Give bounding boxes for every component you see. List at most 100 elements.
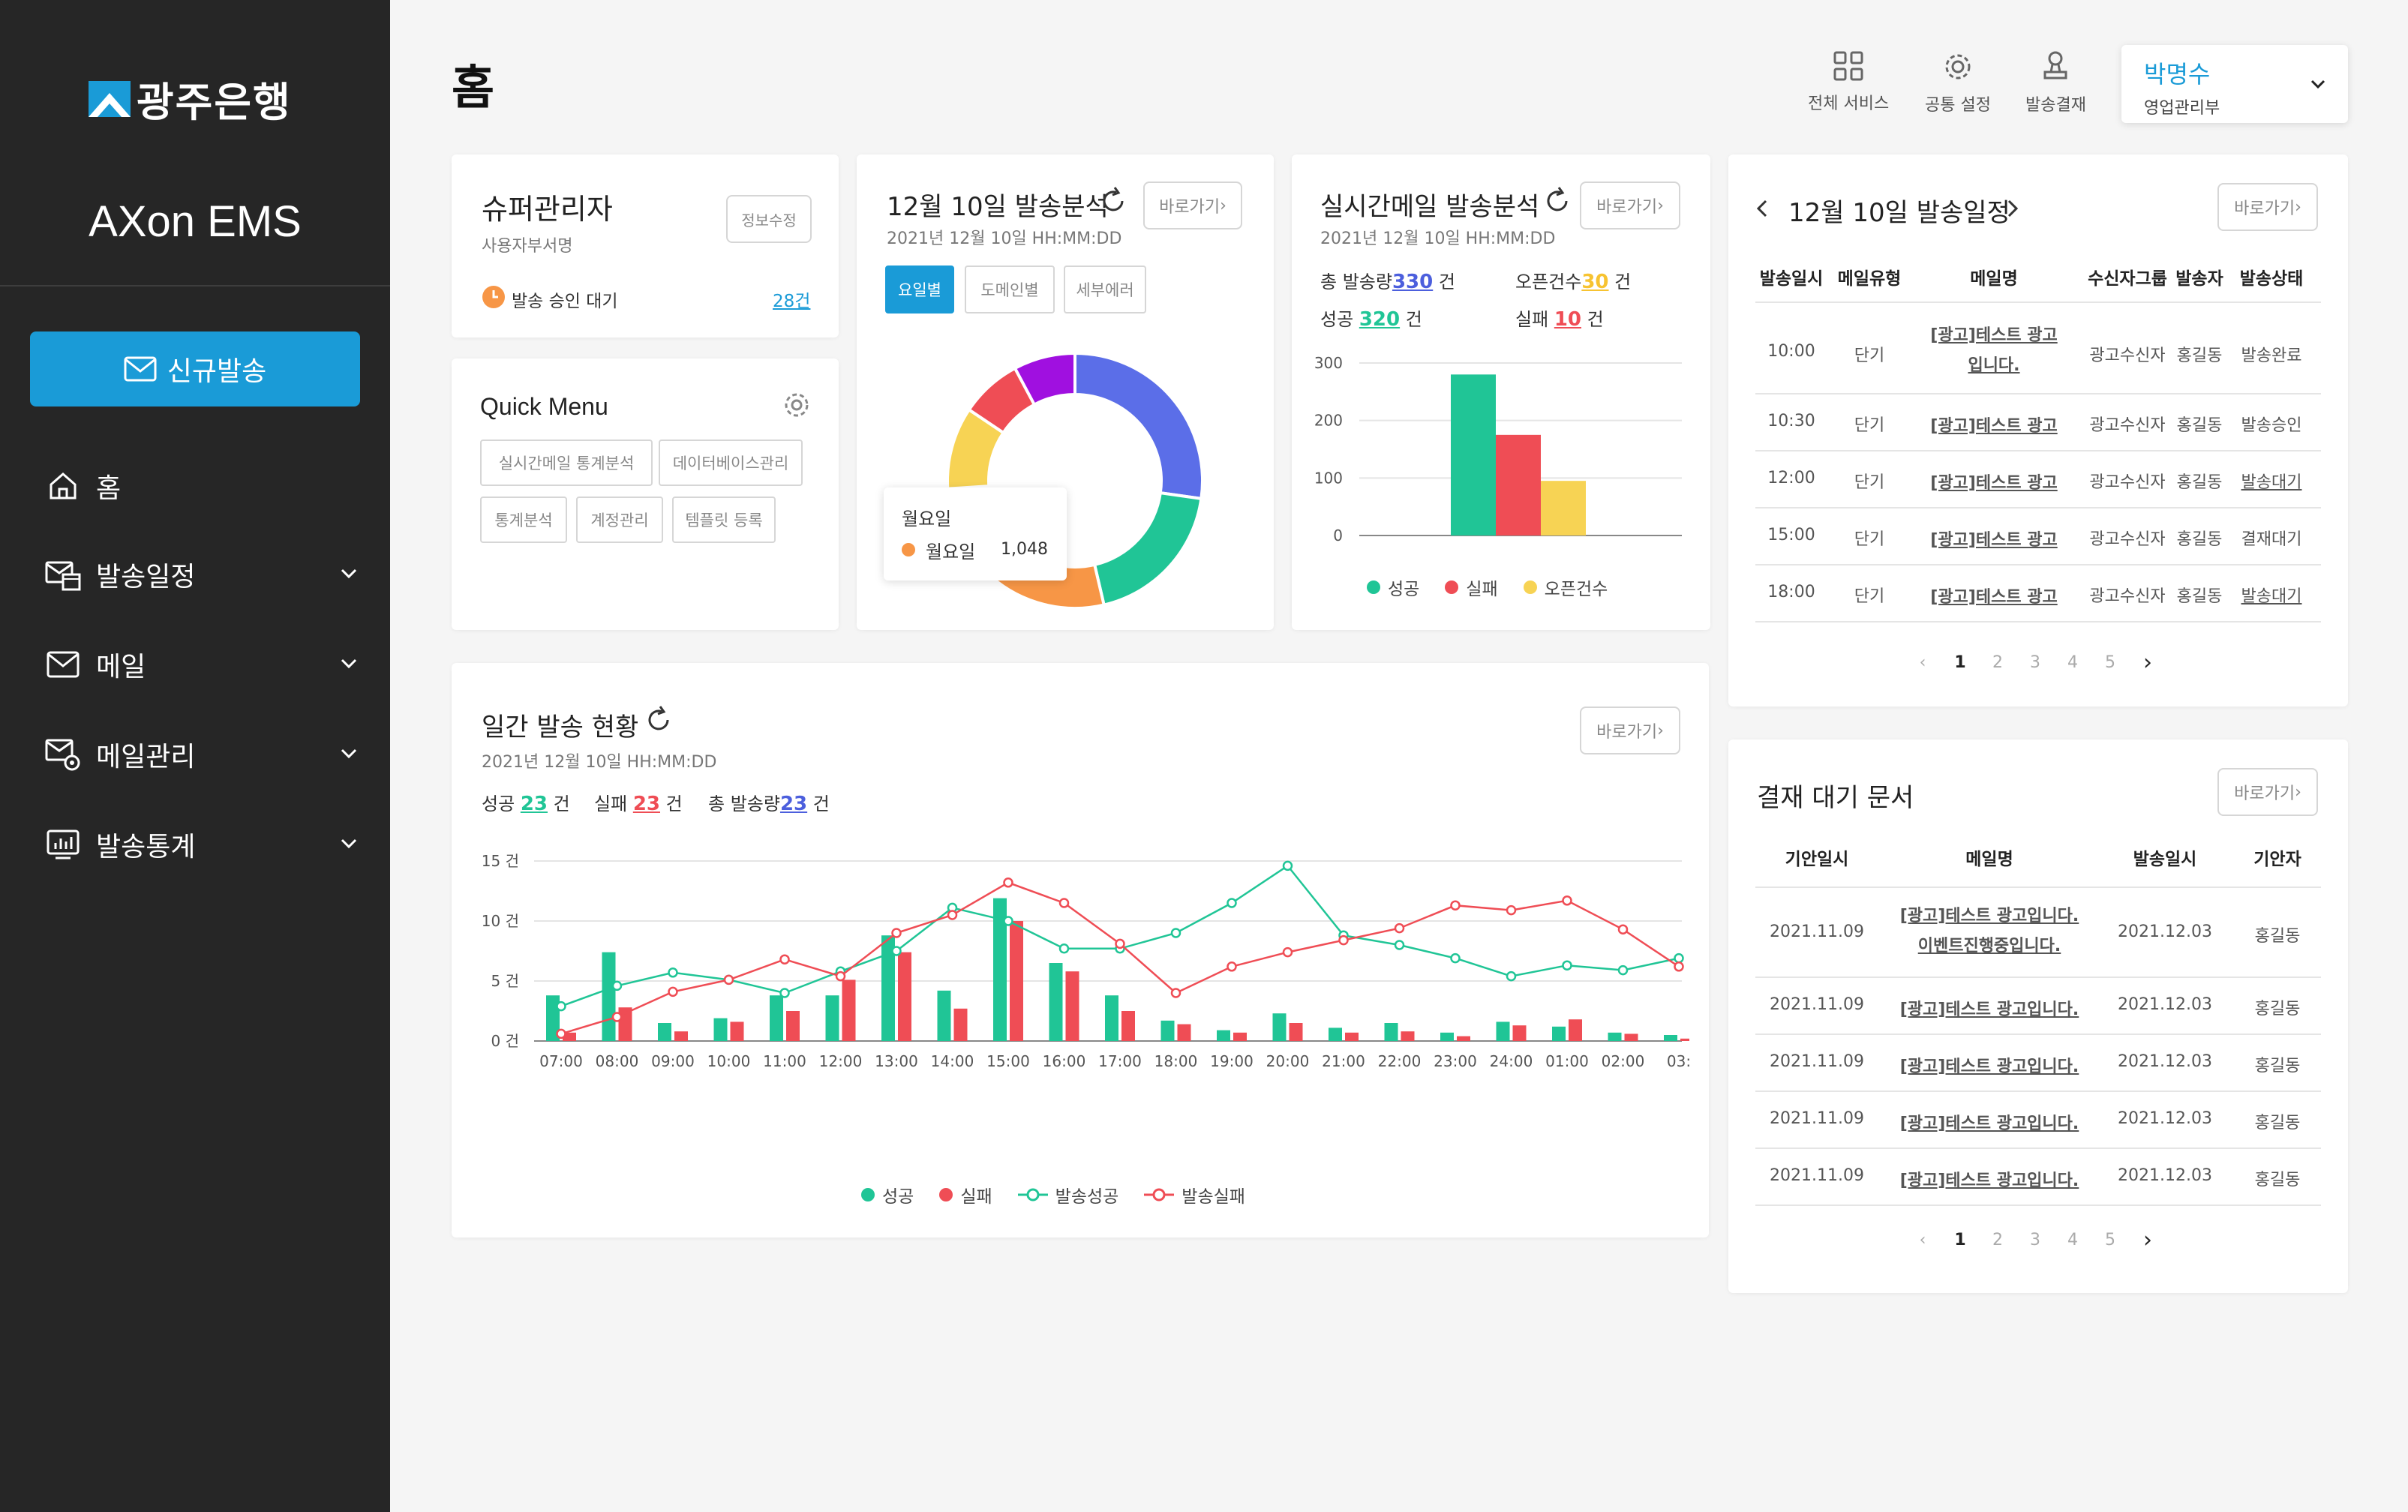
bar-fail[interactable]	[1233, 1032, 1247, 1041]
bar[interactable]	[1451, 374, 1496, 536]
line-point[interactable]	[1227, 898, 1237, 908]
line-point[interactable]	[1506, 970, 1517, 982]
line-point[interactable]	[1674, 952, 1684, 964]
bar-success[interactable]	[1384, 1023, 1398, 1041]
line-point[interactable]	[1170, 988, 1181, 998]
cell-mail-name[interactable]: [광고]테스트 광고입니다.	[1877, 1109, 2102, 1139]
line-point[interactable]	[779, 988, 790, 998]
line-point[interactable]	[1003, 878, 1013, 888]
daily-combo-chart[interactable]: 0 건 5 건 10 건 15 건 07:00 08:00 09:00 10:00 11:00 1…	[467, 843, 1689, 1173]
bar-fail[interactable]	[786, 1011, 800, 1041]
user-menu[interactable]: 박명수 영업관리부	[2121, 45, 2348, 123]
line-send-success[interactable]	[560, 864, 1680, 1007]
line-point[interactable]	[1170, 928, 1181, 938]
cell-mail-name[interactable]: [광고]테스트 광고	[1919, 469, 2069, 499]
bar-fail[interactable]	[1121, 1011, 1135, 1041]
cell-mail-name[interactable]: [광고]테스트 광고	[1919, 412, 2069, 442]
line-point[interactable]	[1282, 946, 1293, 958]
fail-value[interactable]: 23	[633, 793, 660, 815]
bar-fail[interactable]	[842, 980, 856, 1041]
gear-icon[interactable]	[782, 390, 812, 420]
bar-fail[interactable]	[1680, 1038, 1689, 1041]
line-point[interactable]	[947, 910, 958, 920]
line-point[interactable]	[556, 1000, 566, 1012]
pie-slice[interactable]	[1073, 351, 1204, 501]
success-value[interactable]: 320	[1359, 308, 1400, 331]
line-point[interactable]	[723, 974, 734, 986]
bar-fail[interactable]	[1345, 1032, 1359, 1041]
line-point[interactable]	[668, 968, 678, 978]
quick-menu-item[interactable]: 데이터베이스관리	[659, 440, 803, 486]
cell-mail-name[interactable]: [광고]테스트 광고입니다.	[1877, 1052, 2102, 1082]
day-donut-chart[interactable]	[929, 334, 1221, 627]
page-number[interactable]: 5	[2091, 1231, 2129, 1250]
bar-success[interactable]	[602, 952, 616, 1041]
tab-by-day[interactable]: 요일별	[885, 266, 954, 314]
tab-by-domain[interactable]: 도메인별	[965, 266, 1055, 314]
bar-success[interactable]	[1496, 1022, 1510, 1041]
page-number[interactable]: 2	[1979, 653, 2016, 672]
line-point[interactable]	[1003, 916, 1013, 926]
page-prev-icon[interactable]: ‹	[1904, 653, 1941, 672]
edit-profile-button[interactable]: 정보수정	[726, 195, 812, 243]
nav-statistics[interactable]: 발송통계	[45, 822, 360, 867]
line-point[interactable]	[1394, 922, 1405, 934]
cell-mail-name[interactable]: [광고]테스트 광고	[1919, 583, 2069, 613]
line-point[interactable]	[1450, 952, 1461, 964]
quick-menu-item[interactable]: 계정관리	[576, 496, 663, 543]
cell-mail-name[interactable]: [광고]테스트 광고입니다.	[1919, 321, 2069, 381]
bar-fail[interactable]	[1177, 1024, 1191, 1041]
bar-fail[interactable]	[730, 1022, 744, 1041]
bar-success[interactable]	[770, 995, 783, 1041]
line-point[interactable]	[556, 1028, 566, 1040]
bar-success[interactable]	[1329, 1028, 1342, 1041]
nav-mail-management[interactable]: 메일관리	[45, 732, 360, 777]
table-row[interactable]: 2021.11.09 [광고]테스트 광고입니다. 2021.12.03 홍길동	[1728, 978, 2348, 1035]
page-number[interactable]: 1	[1941, 653, 1979, 672]
new-send-button[interactable]: 신규발송	[30, 332, 360, 406]
quick-menu-item[interactable]: 템플릿 등록	[672, 496, 776, 543]
line-point[interactable]	[835, 970, 846, 982]
bar-success[interactable]	[1105, 995, 1118, 1041]
bar-fail[interactable]	[1065, 971, 1079, 1041]
bar-success[interactable]	[1217, 1030, 1230, 1041]
page-next-icon[interactable]: ›	[2129, 1227, 2166, 1253]
bar-success[interactable]	[658, 1023, 671, 1041]
bar-fail[interactable]	[674, 1031, 688, 1041]
bar-success[interactable]	[1608, 1032, 1622, 1041]
page-number[interactable]: 4	[2054, 653, 2091, 672]
line-point[interactable]	[1674, 962, 1684, 972]
table-row[interactable]: 18:00 단기 [광고]테스트 광고 광고수신자 홍길동 발송대기	[1728, 566, 2348, 622]
line-point[interactable]	[1115, 938, 1125, 950]
refresh-icon[interactable]	[644, 705, 674, 735]
table-row[interactable]: 10:30 단기 [광고]테스트 광고 광고수신자 홍길동 발송승인	[1728, 394, 2348, 452]
bar-success[interactable]	[713, 1018, 728, 1041]
quick-menu-item[interactable]: 통계분석	[480, 496, 567, 543]
tab-error-detail[interactable]: 세부에러	[1064, 266, 1146, 314]
bar-success[interactable]	[1440, 1032, 1454, 1041]
cell-mail-name[interactable]: [광고]테스트 광고입니다.	[1877, 995, 2102, 1025]
open-count-value[interactable]: 30	[1581, 271, 1608, 293]
refresh-icon[interactable]	[1098, 186, 1128, 216]
quick-menu-item[interactable]: 실시간메일 통계분석	[480, 440, 653, 486]
bar-fail[interactable]	[1569, 1019, 1582, 1041]
refresh-icon[interactable]	[1542, 186, 1572, 216]
line-point[interactable]	[891, 946, 902, 956]
chevron-left-icon[interactable]	[1752, 196, 1772, 220]
line-point[interactable]	[1338, 934, 1349, 946]
cell-mail-name[interactable]: [광고]테스트 광고	[1919, 526, 2069, 556]
chevron-right-icon[interactable]	[2003, 196, 2022, 220]
daily-goto-button[interactable]: 바로가기 ›	[1580, 706, 1680, 754]
page-number[interactable]: 1	[1941, 1231, 1979, 1250]
line-point[interactable]	[611, 980, 623, 992]
page-number[interactable]: 2	[1979, 1231, 2016, 1250]
line-point[interactable]	[1617, 924, 1629, 934]
page-number[interactable]: 3	[2016, 653, 2054, 672]
bar-success[interactable]	[1049, 963, 1063, 1041]
nav-home[interactable]: 홈	[45, 464, 360, 508]
line-point[interactable]	[1562, 896, 1572, 906]
status-badge[interactable]: 발송대기	[2226, 583, 2316, 607]
table-row[interactable]: 10:00 단기 [광고]테스트 광고 입니다. 광고수신자 홍길동 발송완료	[1728, 312, 2348, 394]
nav-mail[interactable]: 메일	[45, 642, 360, 687]
cell-mail-name[interactable]: [광고]테스트 광고입니다.	[1877, 1166, 2102, 1196]
